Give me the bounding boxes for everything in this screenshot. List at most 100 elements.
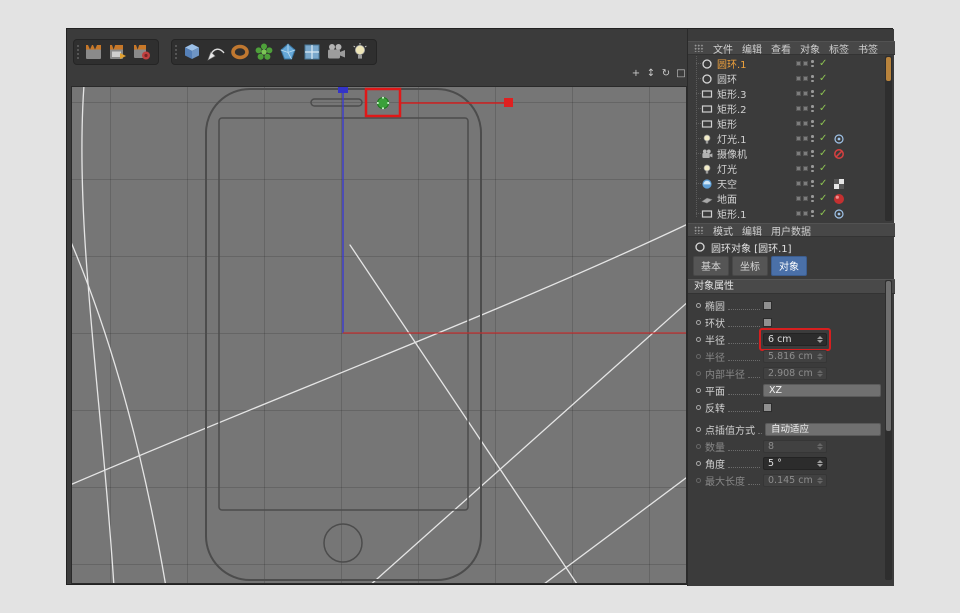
visibility-dots[interactable] bbox=[811, 165, 814, 172]
tab-3[interactable]: 对象 bbox=[771, 256, 807, 276]
visibility-dots[interactable] bbox=[811, 180, 814, 187]
keyframe-dot-icon[interactable] bbox=[696, 427, 701, 432]
number-input[interactable]: 6 cm bbox=[763, 333, 827, 346]
enabled-check-icon[interactable]: ✓ bbox=[819, 131, 827, 146]
enabled-check-icon[interactable]: ✓ bbox=[819, 56, 827, 71]
dropdown-select[interactable]: XZ bbox=[763, 384, 881, 397]
keyframe-dot-icon[interactable] bbox=[696, 461, 701, 466]
object-row-rect[interactable]: 矩形.1✓ bbox=[688, 206, 885, 221]
checkbox[interactable] bbox=[763, 318, 772, 327]
visibility-dots[interactable] bbox=[811, 210, 814, 217]
keyframe-dot-icon[interactable] bbox=[696, 320, 701, 325]
enabled-check-icon[interactable]: ✓ bbox=[819, 86, 827, 101]
layer-toggle-squares[interactable] bbox=[796, 121, 808, 126]
layer-toggle-squares[interactable] bbox=[796, 181, 808, 186]
layer-toggle-squares[interactable] bbox=[796, 106, 808, 111]
enabled-check-icon[interactable]: ✓ bbox=[819, 146, 827, 161]
panel-grip-icon[interactable] bbox=[694, 226, 704, 234]
attribute-scrollbar[interactable] bbox=[885, 280, 892, 580]
visibility-dots[interactable] bbox=[811, 105, 814, 112]
material-tag-icon[interactable] bbox=[833, 193, 845, 205]
keyframe-dot-icon[interactable] bbox=[696, 303, 701, 308]
enabled-check-icon[interactable]: ✓ bbox=[819, 191, 827, 206]
scrollbar-thumb[interactable] bbox=[886, 57, 891, 81]
layer-toggle-squares[interactable] bbox=[796, 166, 808, 171]
keyframe-dot-icon[interactable] bbox=[696, 337, 701, 342]
object-manager-scrollbar[interactable] bbox=[885, 56, 892, 221]
enabled-check-icon[interactable]: ✓ bbox=[819, 101, 827, 116]
object-row-rect[interactable]: 矩形.3✓ bbox=[688, 86, 885, 101]
layer-toggle-squares[interactable] bbox=[796, 211, 808, 216]
keyframe-dot-icon[interactable] bbox=[696, 388, 701, 393]
menu-item-2[interactable]: 编辑 bbox=[742, 223, 762, 238]
keyframe-dot-icon[interactable] bbox=[696, 405, 701, 410]
target-tag-icon[interactable] bbox=[833, 133, 845, 145]
number-input[interactable]: 5 ° bbox=[763, 457, 827, 470]
tab-2[interactable]: 坐标 bbox=[732, 256, 768, 276]
menu-item-4[interactable]: 对象 bbox=[800, 41, 820, 56]
menu-item-1[interactable]: 文件 bbox=[713, 41, 733, 56]
panel-grip-icon[interactable] bbox=[694, 44, 704, 52]
object-row-light[interactable]: 灯光✓ bbox=[688, 161, 885, 176]
no-tag-icon[interactable] bbox=[833, 148, 845, 160]
array-tool-icon[interactable] bbox=[300, 41, 324, 63]
platonic-gem-icon[interactable] bbox=[276, 41, 300, 63]
rotate-icon[interactable]: ↻ bbox=[660, 67, 672, 80]
pen-spline-icon[interactable] bbox=[204, 41, 228, 63]
layer-toggle-squares[interactable] bbox=[796, 151, 808, 156]
menu-item-1[interactable]: 模式 bbox=[713, 223, 733, 238]
render-view-icon[interactable] bbox=[82, 41, 106, 63]
object-row-rect[interactable]: 矩形.2✓ bbox=[688, 101, 885, 116]
ring-spline-object[interactable] bbox=[377, 97, 389, 109]
camera-tool-icon[interactable] bbox=[324, 41, 348, 63]
layer-toggle-squares[interactable] bbox=[796, 136, 808, 141]
toggle-view-icon[interactable]: □ bbox=[675, 67, 687, 80]
menu-item-6[interactable]: 书签 bbox=[858, 41, 878, 56]
visibility-dots[interactable] bbox=[811, 195, 814, 202]
visibility-dots[interactable] bbox=[811, 75, 814, 82]
enabled-check-icon[interactable]: ✓ bbox=[819, 161, 827, 176]
pan-icon[interactable]: + bbox=[630, 67, 642, 80]
menu-item-3[interactable]: 查看 bbox=[771, 41, 791, 56]
render-to-picture-viewer-icon[interactable] bbox=[106, 41, 130, 63]
visibility-dots[interactable] bbox=[811, 60, 814, 67]
torus-primitive-icon[interactable] bbox=[228, 41, 252, 63]
visibility-dots[interactable] bbox=[811, 90, 814, 97]
viewport-3d[interactable] bbox=[71, 86, 687, 584]
render-settings-icon[interactable] bbox=[130, 41, 154, 63]
enabled-check-icon[interactable]: ✓ bbox=[819, 176, 827, 191]
scrollbar-thumb[interactable] bbox=[886, 281, 891, 431]
enabled-check-icon[interactable]: ✓ bbox=[819, 71, 827, 86]
spinner-arrows[interactable] bbox=[816, 336, 824, 344]
add-cube-icon[interactable] bbox=[180, 41, 204, 63]
object-row-circle[interactable]: 圆环✓ bbox=[688, 71, 885, 86]
spline-flower-icon[interactable] bbox=[252, 41, 276, 63]
target-tag-icon[interactable] bbox=[833, 208, 845, 220]
layer-toggle-squares[interactable] bbox=[796, 196, 808, 201]
object-row-sky[interactable]: 天空✓ bbox=[688, 176, 885, 191]
layer-toggle-squares[interactable] bbox=[796, 76, 808, 81]
object-row-circle[interactable]: 圆环.1✓ bbox=[688, 56, 885, 71]
enabled-check-icon[interactable]: ✓ bbox=[819, 206, 827, 221]
texture-tag-icon[interactable] bbox=[833, 178, 845, 190]
object-row-floor[interactable]: 地面✓ bbox=[688, 191, 885, 206]
menu-item-2[interactable]: 编辑 bbox=[742, 41, 762, 56]
checkbox[interactable] bbox=[763, 403, 772, 412]
enabled-check-icon[interactable]: ✓ bbox=[819, 116, 827, 131]
dropdown-select[interactable]: 自动适应 bbox=[765, 423, 881, 436]
spinner-arrows[interactable] bbox=[816, 460, 824, 468]
menu-item-3[interactable]: 用户数据 bbox=[771, 223, 811, 238]
light-tool-icon[interactable] bbox=[348, 41, 372, 63]
object-row-camera[interactable]: 摄像机✓ bbox=[688, 146, 885, 161]
layer-toggle-squares[interactable] bbox=[796, 91, 808, 96]
tab-1[interactable]: 基本 bbox=[693, 256, 729, 276]
red-handle-point[interactable] bbox=[504, 98, 513, 107]
object-row-rect[interactable]: 矩形✓ bbox=[688, 116, 885, 131]
menu-item-5[interactable]: 标签 bbox=[829, 41, 849, 56]
visibility-dots[interactable] bbox=[811, 150, 814, 157]
visibility-dots[interactable] bbox=[811, 135, 814, 142]
zoom-icon[interactable]: ↕ bbox=[645, 67, 657, 80]
visibility-dots[interactable] bbox=[811, 120, 814, 127]
checkbox[interactable] bbox=[763, 301, 772, 310]
object-row-light[interactable]: 灯光.1✓ bbox=[688, 131, 885, 146]
